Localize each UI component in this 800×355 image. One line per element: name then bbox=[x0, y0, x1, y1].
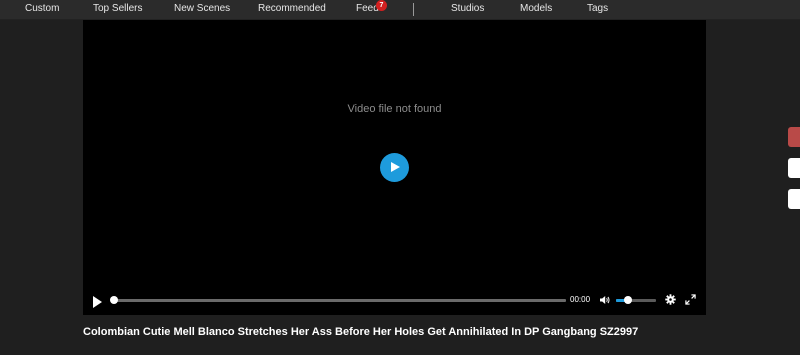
volume-icon[interactable] bbox=[599, 294, 611, 306]
feed-notification-badge: 7 bbox=[376, 0, 387, 11]
volume-slider[interactable] bbox=[616, 296, 656, 304]
big-play-button[interactable] bbox=[380, 153, 409, 182]
nav-item-recommended[interactable]: Recommended bbox=[258, 3, 326, 15]
top-navigation: Custom Top Sellers New Scenes Recommende… bbox=[0, 0, 800, 20]
play-icon[interactable] bbox=[93, 296, 102, 308]
fullscreen-icon[interactable] bbox=[685, 294, 696, 305]
nav-item-new-scenes[interactable]: New Scenes bbox=[174, 3, 230, 15]
progress-handle[interactable] bbox=[110, 296, 118, 304]
side-action-button[interactable] bbox=[788, 189, 800, 209]
side-action-button[interactable] bbox=[788, 158, 800, 178]
nav-item-studios[interactable]: Studios bbox=[451, 3, 484, 15]
page: Custom Top Sellers New Scenes Recommende… bbox=[0, 0, 800, 355]
nav-item-tags[interactable]: Tags bbox=[587, 3, 608, 15]
nav-divider bbox=[413, 3, 414, 16]
nav-item-models[interactable]: Models bbox=[520, 3, 552, 15]
progress-bar[interactable] bbox=[114, 299, 566, 302]
video-title: Colombian Cutie Mell Blanco Stretches He… bbox=[83, 326, 639, 338]
player-error-message: Video file not found bbox=[347, 103, 442, 115]
nav-item-custom[interactable]: Custom bbox=[25, 3, 59, 15]
volume-handle[interactable] bbox=[624, 296, 632, 304]
video-player[interactable]: Video file not found 00:00 bbox=[83, 20, 706, 315]
side-action-button-red[interactable] bbox=[788, 127, 800, 147]
nav-item-top-sellers[interactable]: Top Sellers bbox=[93, 3, 142, 15]
player-controls: 00:00 bbox=[83, 290, 706, 315]
gear-icon[interactable] bbox=[665, 294, 676, 305]
current-time: 00:00 bbox=[570, 295, 591, 304]
